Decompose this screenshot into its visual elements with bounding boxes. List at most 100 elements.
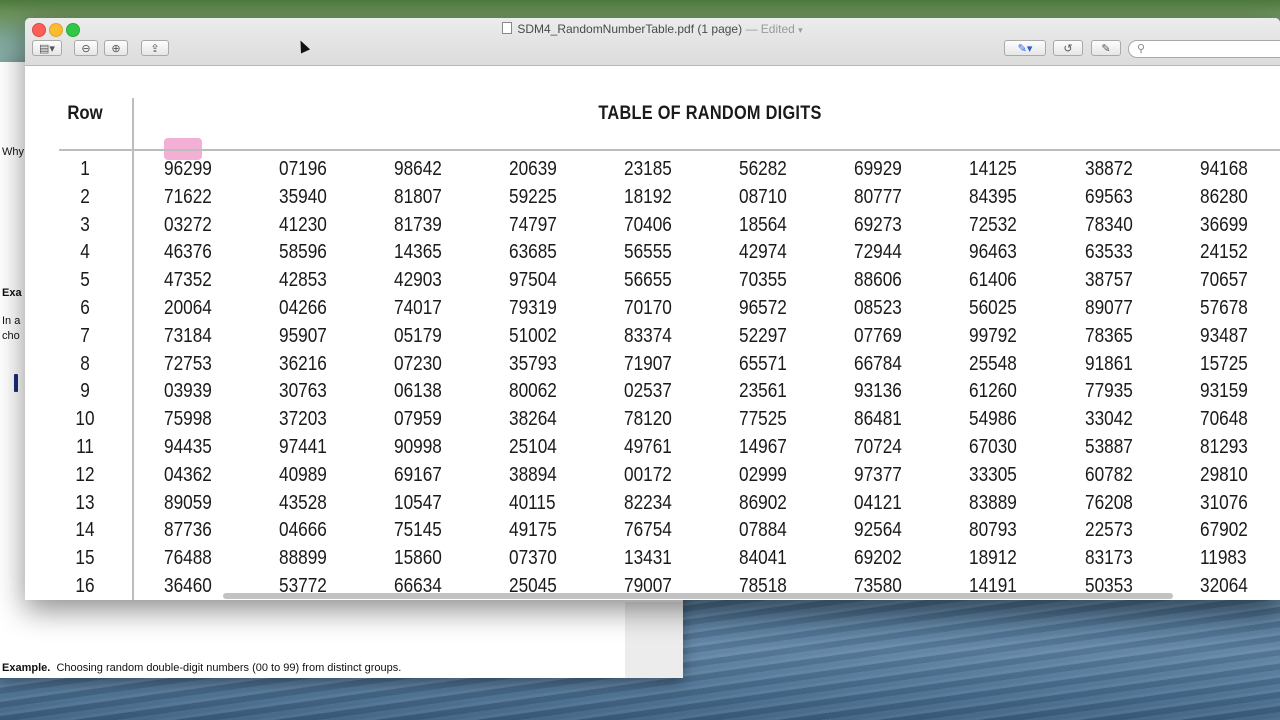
row-number: 9 xyxy=(80,380,90,403)
digit-group-cell: 51002 xyxy=(509,324,557,347)
window-title[interactable]: SDM4_RandomNumberTable.pdf (1 page) — Ed… xyxy=(25,22,1280,36)
digit-group-cell: 83889 xyxy=(969,491,1017,514)
table-row: 6 20064 04266 74017 79319 70170 96572 08523 5602… xyxy=(25,297,1280,325)
digit-group-cell: 61260 xyxy=(969,380,1017,403)
digit-group-cell: 92564 xyxy=(854,519,902,542)
digit-group-cell: 29810 xyxy=(1200,463,1248,486)
digit-group-cell: 04666 xyxy=(279,519,327,542)
digit-group-cell: 70170 xyxy=(624,297,672,319)
digit-group-cell: 86481 xyxy=(854,408,902,431)
digit-group-cell: 43528 xyxy=(279,491,327,514)
digit-group-cell: 80062 xyxy=(509,380,557,403)
digit-group-cell: 97441 xyxy=(279,436,327,458)
edit-toolbar-button[interactable]: ✎ xyxy=(1091,40,1121,56)
digit-group-cell: 67030 xyxy=(969,436,1017,458)
digit-group-cell: 93159 xyxy=(1200,380,1248,403)
document-icon xyxy=(502,22,513,34)
table-row: 2 71622 35940 81807 59225 18192 08710 80777 8439… xyxy=(25,186,1280,214)
sidebar-view-button[interactable]: ▤▾ xyxy=(32,40,62,56)
digit-group-cell: 76488 xyxy=(164,547,212,570)
digit-group-cell: 97504 xyxy=(509,269,557,292)
digit-group-cell: 24152 xyxy=(1200,241,1248,264)
row-number: 13 xyxy=(75,491,95,514)
table-horizontal-rule xyxy=(59,149,1280,151)
digit-group-cell: 89077 xyxy=(1085,297,1133,319)
row-number: 10 xyxy=(75,408,95,431)
row-number: 2 xyxy=(80,185,90,208)
digit-group-cell: 02537 xyxy=(624,380,672,403)
digit-group-cell: 93487 xyxy=(1200,324,1248,347)
digit-group-cell: 07959 xyxy=(394,408,442,431)
zoom-in-button[interactable]: ⊕ xyxy=(104,40,128,56)
digit-group-cell: 78340 xyxy=(1085,213,1133,236)
table-row: 7 73184 95907 05179 51002 83374 52297 07769 9979… xyxy=(25,325,1280,353)
digit-group-cell: 80793 xyxy=(969,519,1017,542)
digit-group-cell: 74017 xyxy=(394,297,442,319)
rotate-button[interactable]: ↺ xyxy=(1053,40,1083,56)
digit-group-cell: 52297 xyxy=(739,324,787,347)
digit-group-cell: 10547 xyxy=(394,491,442,514)
digit-group-cell: 04266 xyxy=(279,297,327,319)
digit-group-cell: 22573 xyxy=(1085,519,1133,542)
digit-group-cell: 20064 xyxy=(164,297,212,319)
chevron-down-icon[interactable]: ▾ xyxy=(798,25,803,35)
digit-group-cell: 70406 xyxy=(624,213,672,236)
digit-group-cell: 53887 xyxy=(1085,436,1133,458)
digit-group-cell: 30763 xyxy=(279,380,327,403)
digit-group-cell: 18192 xyxy=(624,185,672,208)
digit-group-cell: 56025 xyxy=(969,297,1017,319)
title-bar[interactable]: SDM4_RandomNumberTable.pdf (1 page) — Ed… xyxy=(25,18,1280,66)
highlight-markup-button[interactable]: ✎▾ xyxy=(1004,40,1046,56)
digit-group-cell: 02999 xyxy=(739,463,787,486)
table-row: 4 46376 58596 14365 63685 56555 42974 72944 9646… xyxy=(25,241,1280,269)
digit-group-cell: 31076 xyxy=(1200,491,1248,514)
share-button[interactable]: ⇪ xyxy=(141,40,169,56)
table-row: 14 87736 04666 75145 49175 76754 07884 92564 807… xyxy=(25,519,1280,547)
digit-group-cell: 72944 xyxy=(854,241,902,264)
digit-group-cell: 18912 xyxy=(969,547,1017,570)
digit-group-cell: 07769 xyxy=(854,324,902,347)
digit-group-cell: 07884 xyxy=(739,519,787,542)
background-text-why: Why xyxy=(2,146,24,158)
digit-group-cell: 93136 xyxy=(854,380,902,403)
table-row: 5 47352 42853 42903 97504 56655 70355 88606 6140… xyxy=(25,269,1280,297)
table-row: 8 72753 36216 07230 35793 71907 65571 66784 2554… xyxy=(25,353,1280,381)
preview-window[interactable]: SDM4_RandomNumberTable.pdf (1 page) — Ed… xyxy=(25,18,1280,600)
digit-group-cell: 86902 xyxy=(739,491,787,514)
digit-group-cell: 95907 xyxy=(279,324,327,347)
digit-group-cell: 14125 xyxy=(969,158,1017,180)
digit-group-cell: 46376 xyxy=(164,241,212,264)
digit-group-cell: 84041 xyxy=(739,547,787,570)
digit-group-cell: 88606 xyxy=(854,269,902,292)
digit-group-cell: 15725 xyxy=(1200,352,1248,375)
search-icon: ⚲ xyxy=(1137,43,1146,55)
row-number: 5 xyxy=(80,269,90,292)
digit-group-cell: 38872 xyxy=(1085,158,1133,180)
digit-group-cell: 81807 xyxy=(394,185,442,208)
digit-group-cell: 89059 xyxy=(164,491,212,514)
table-row: 13 89059 43528 10547 40115 82234 86902 04121 838… xyxy=(25,492,1280,520)
digit-group-cell: 70355 xyxy=(739,269,787,292)
table-row: 1 96299 07196 98642 20639 23185 56282 69929 1412… xyxy=(25,158,1280,186)
zoom-out-button[interactable]: ⊖ xyxy=(74,40,98,56)
digit-group-cell: 82234 xyxy=(624,491,672,514)
digit-group-cell: 42903 xyxy=(394,269,442,292)
horizontal-scrollbar[interactable] xyxy=(223,593,1173,599)
digit-group-cell: 99792 xyxy=(969,324,1017,347)
digit-group-cell: 05179 xyxy=(394,324,442,347)
digit-group-cell: 07230 xyxy=(394,352,442,375)
search-input[interactable]: ⚲ xyxy=(1128,40,1280,58)
row-number: 6 xyxy=(80,297,90,319)
digit-group-cell: 75998 xyxy=(164,408,212,431)
digit-group-cell: 61406 xyxy=(969,269,1017,292)
digit-group-cell: 23561 xyxy=(739,380,787,403)
digit-group-cell: 72753 xyxy=(164,352,212,375)
digit-group-cell: 58596 xyxy=(279,241,327,264)
digit-group-cell: 42974 xyxy=(739,241,787,264)
digit-group-cell: 87736 xyxy=(164,519,212,542)
digit-group-cell: 72532 xyxy=(969,213,1017,236)
digit-group-cell: 63685 xyxy=(509,241,557,264)
table-row: 3 03272 41230 81739 74797 70406 18564 69273 7253… xyxy=(25,214,1280,242)
digit-group-cell: 40989 xyxy=(279,463,327,486)
digit-group-cell: 47352 xyxy=(164,269,212,292)
